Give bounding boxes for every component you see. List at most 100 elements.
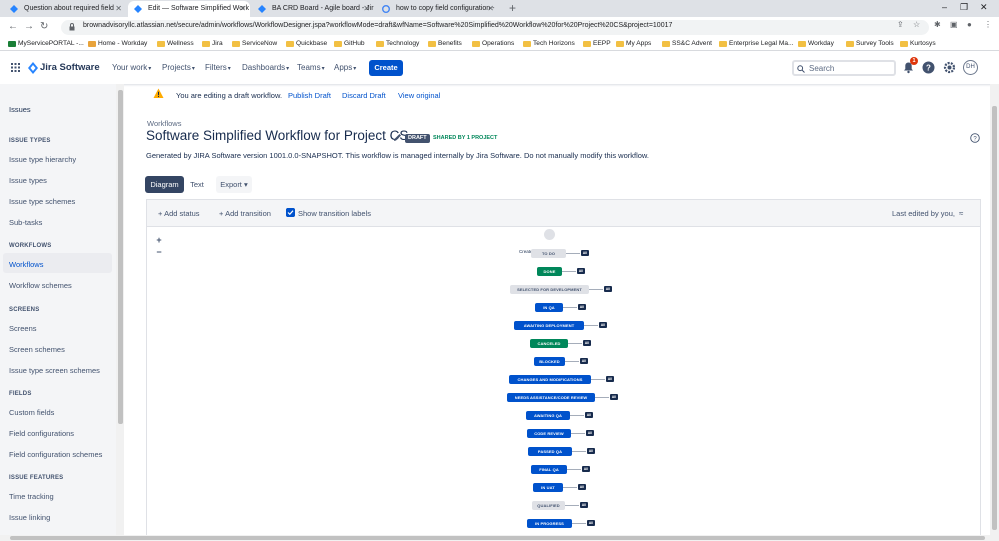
status-node[interactable]: DONE [537,267,562,276]
browser-tab[interactable]: Question about required field ✕ [4,1,126,17]
global-transition-tag[interactable]: All [599,322,607,328]
status-node[interactable]: IN UAT [533,483,563,492]
bookmark[interactable]: Survey Tools [846,38,894,50]
browser-tab-active[interactable]: Edit — Software Simplified Work ✕ [128,1,250,17]
sidebar-item-workflows[interactable]: Workflows [9,260,43,269]
minimize-icon[interactable]: – [942,2,947,12]
discard-draft-link[interactable]: Discard Draft [342,91,386,100]
bookmark[interactable]: Technology [376,38,419,50]
show-labels-checkbox[interactable] [286,208,295,217]
sidebar-item-issue-linking[interactable]: Issue linking [9,513,50,522]
status-node[interactable]: CANCELED [530,339,568,348]
global-transition-tag[interactable]: All [610,394,618,400]
bookmark[interactable]: Quickbase [286,38,327,50]
menu-apps[interactable]: Apps▾ [334,63,356,72]
bookmark[interactable]: GitHub [334,38,365,50]
global-transition-tag[interactable]: All [580,502,588,508]
bookmark[interactable]: Wellness [157,38,194,50]
sidebar-item-workflow-schemes[interactable]: Workflow schemes [9,281,72,290]
global-transition-tag[interactable]: All [581,250,589,256]
bookmark-star-icon[interactable]: ☆ [913,20,920,29]
shared-by-projects[interactable]: SHARED BY 1 PROJECT [433,135,497,141]
sidebar-item-issue-type-screen-schemes[interactable]: Issue type screen schemes [9,366,100,375]
export-dropdown[interactable]: Export ▾ [216,176,252,193]
product-name[interactable]: Jira Software [40,62,100,73]
bookmark[interactable]: Enterprise Legal Ma... [719,38,794,50]
status-node[interactable]: FINAL QA [531,465,567,474]
status-node[interactable]: CODE REVIEW [527,429,571,438]
tab-diagram[interactable]: Diagram [145,176,184,193]
menu-projects[interactable]: Projects▾ [162,63,195,72]
sidebar-item-issue-types[interactable]: Issue types [9,176,47,185]
bookmark[interactable]: Workday [798,38,834,50]
status-node[interactable]: QUALIFIED [532,501,565,510]
share-icon[interactable]: ⇪ [897,20,904,29]
bookmark[interactable]: Jira [202,38,223,50]
status-node[interactable]: TO DO [531,249,566,258]
bookmark[interactable]: MyServicePORTAL -... [8,38,84,50]
bookmark[interactable]: Benefits [428,38,462,50]
sidebar-item-screen-schemes[interactable]: Screen schemes [9,345,65,354]
collapse-chevron-icon[interactable]: ≈ [959,209,963,218]
sidebar-item-field-configuration-schemes[interactable]: Field configuration schemes [9,450,102,459]
view-original-link[interactable]: View original [398,91,440,100]
back-icon[interactable]: ← [8,21,18,33]
new-tab-icon[interactable]: + [509,1,516,15]
status-node[interactable]: SELECTED FOR DEVELOPMENT [510,285,589,294]
global-transition-tag[interactable]: All [577,268,585,274]
sidebar-item-sub-tasks[interactable]: Sub-tasks [9,218,42,227]
extensions-icon[interactable]: ✱ [934,20,941,29]
zoom-out-button[interactable]: − [152,247,166,258]
status-node[interactable]: IN QA [535,303,563,312]
sidebar-item-issue-type-schemes[interactable]: Issue type schemes [9,197,75,206]
status-node[interactable]: BLOCKED [534,357,565,366]
breadcrumb[interactable]: Workflows [147,119,181,128]
global-transition-tag[interactable]: All [604,286,612,292]
avatar[interactable]: DH [963,60,978,75]
bookmark[interactable]: Operations [472,38,514,50]
status-node[interactable]: AWAITING QA [526,411,570,420]
maximize-icon[interactable]: ❐ [960,2,968,13]
status-node[interactable]: NEEDS ASSISTANCE/CODE REVIEW [507,393,595,402]
profile-icon[interactable]: ● [967,20,972,29]
start-node[interactable] [544,229,555,240]
add-status-button[interactable]: + Add status [158,209,200,218]
status-node[interactable]: IN PROGRESS [527,519,572,528]
global-transition-tag[interactable]: All [585,412,593,418]
close-tab-icon[interactable]: ✕ [239,1,246,17]
menu-filters[interactable]: Filters▾ [205,63,231,72]
reload-icon[interactable]: ↻ [40,21,48,33]
zoom-in-button[interactable]: + [152,235,166,246]
bookmark[interactable]: My Apps [616,38,651,50]
global-transition-tag[interactable]: All [580,358,588,364]
close-tab-icon[interactable]: ✕ [487,1,494,17]
app-switcher-icon[interactable] [11,63,20,72]
browser-tab[interactable]: BA CRD Board - Agile board - Jir ✕ [252,1,374,17]
forward-icon[interactable]: → [24,21,34,33]
sidebar-item-screens[interactable]: Screens [9,324,37,333]
settings-gear-icon[interactable] [943,61,956,74]
tab-text[interactable]: Text [186,176,208,193]
bookmark[interactable]: EEPP [583,38,611,50]
global-transition-tag[interactable]: All [587,520,595,526]
sidebar-scrollbar-thumb[interactable] [118,90,123,424]
publish-draft-link[interactable]: Publish Draft [288,91,331,100]
close-tab-icon[interactable]: ✕ [115,1,122,17]
sidebar-item-issues[interactable]: Issues [9,105,31,114]
add-transition-button[interactable]: + Add transition [219,209,271,218]
bookmark[interactable]: Home - Workday [88,38,147,50]
search-input[interactable]: Search [792,60,896,76]
sidebar-item-custom-fields[interactable]: Custom fields [9,408,54,417]
edit-pencil-icon[interactable] [393,133,402,142]
global-transition-tag[interactable]: All [586,430,594,436]
browser-tab[interactable]: how to copy field configuration - ✕ [376,1,498,17]
bookmark[interactable]: ServiceNow [232,38,277,50]
create-button[interactable]: Create [369,60,403,76]
bookmark[interactable]: SS&C Advent [662,38,712,50]
global-transition-tag[interactable]: All [583,340,591,346]
address-bar[interactable]: brownadvisoryllc.atlassian.net/secure/ad… [61,20,929,35]
status-node[interactable]: PASSED QA [528,447,572,456]
status-node[interactable]: AWAITING DEPLOYMENT [514,321,584,330]
help-icon[interactable]: ? [922,61,935,74]
close-window-icon[interactable]: ✕ [980,2,988,13]
